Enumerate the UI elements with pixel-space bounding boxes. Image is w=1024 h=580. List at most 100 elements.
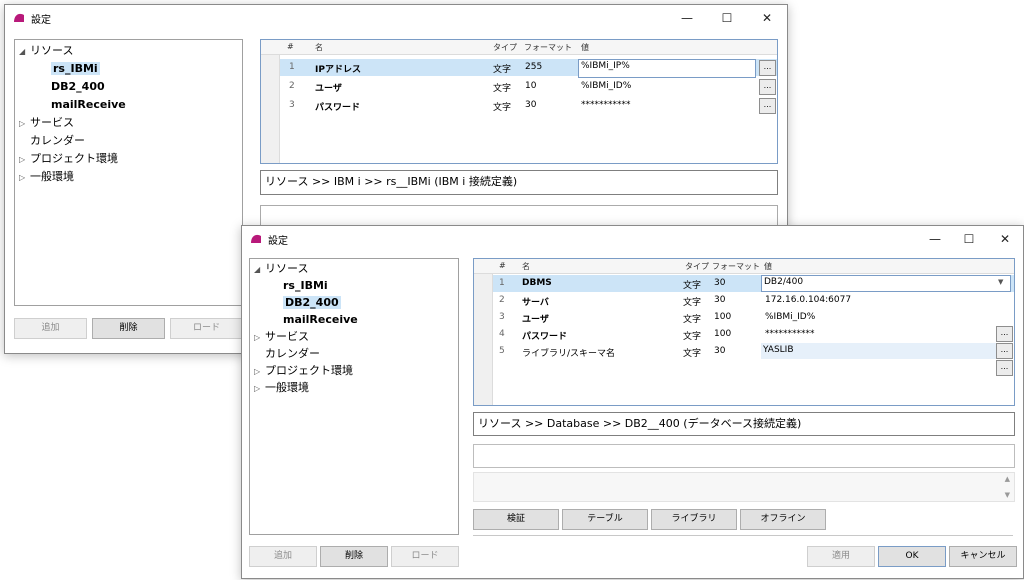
tree-node-label: カレンダー	[30, 134, 85, 147]
table-row[interactable]: 1 IPアドレス 文字 255 %IBMi_IP%	[280, 59, 777, 78]
settings-window-front: 設定 — ☐ ✕ ◢ リソース rs_IBMi DB2_400 mailRecei…	[241, 225, 1024, 579]
minimize-icon[interactable]: —	[667, 5, 707, 31]
ok-button[interactable]: OK	[878, 546, 946, 567]
tree-node-project[interactable]: ▷ プロジェクト環境	[254, 363, 353, 380]
table-row[interactable]: 4 パスワード 文字 100 ***********	[493, 326, 1014, 343]
row-name: ライブラリ/スキーマ名	[522, 349, 616, 359]
row-value-input[interactable]: %IBMi_IP%	[578, 59, 756, 78]
divider	[473, 535, 1013, 536]
row-type: 文字	[683, 281, 702, 291]
tree-node-general[interactable]: ▷ 一般環境	[19, 169, 74, 186]
row-type: 文字	[683, 315, 702, 325]
tree-node-mailreceive[interactable]: mailReceive	[283, 312, 358, 328]
delete-button[interactable]: 削除	[320, 546, 388, 567]
collapsed-arrow-icon: ▷	[254, 333, 261, 342]
collapsed-arrow-icon: ▷	[19, 173, 26, 182]
table-button[interactable]: テーブル	[562, 509, 648, 530]
tree-node-label: プロジェクト環境	[30, 152, 118, 165]
table-row[interactable]: 5 ライブラリ/スキーマ名 文字 30 YASLIB	[493, 343, 1014, 360]
header-name: 名	[315, 43, 323, 52]
collapsed-arrow-icon: ▷	[19, 155, 26, 164]
resource-tree[interactable]: ◢ リソース rs_IBMi DB2_400 mailReceive ▷ サービス …	[14, 39, 243, 306]
ellipsis-button[interactable]: ...	[759, 60, 776, 76]
header-name: 名	[522, 262, 530, 271]
close-icon[interactable]: ✕	[747, 5, 787, 31]
row-header-column	[261, 40, 280, 163]
tree-node-project[interactable]: ▷ プロジェクト環境	[19, 151, 118, 168]
tree-node-calendar[interactable]: カレンダー	[265, 346, 320, 362]
offline-button[interactable]: オフライン	[740, 509, 826, 530]
tree-node-calendar[interactable]: カレンダー	[30, 133, 85, 149]
property-grid[interactable]: # 名 タイプ フォーマット 値 1 DBMS 文字 30 DB2/400 ▼ …	[473, 258, 1015, 406]
row-value[interactable]: ***********	[765, 329, 815, 339]
table-row[interactable]: 3 ユーザ 文字 100 %IBMi_ID%	[493, 309, 1014, 326]
row-type: 文字	[493, 84, 512, 94]
load-button[interactable]: ロード	[391, 546, 459, 567]
ellipsis-button[interactable]: ...	[996, 326, 1013, 342]
tree-node-label: DB2_400	[51, 80, 105, 93]
table-row[interactable]: 2 サーバ 文字 30 172.16.0.104:6077	[493, 292, 1014, 309]
maximize-icon[interactable]: ☐	[949, 226, 989, 252]
tree-node-rs-ibmi[interactable]: rs_IBMi	[51, 61, 100, 77]
description-area[interactable]: ▲ ▼	[473, 472, 1015, 502]
ellipsis-button[interactable]: ...	[759, 79, 776, 95]
resource-tree[interactable]: ◢ リソース rs_IBMi DB2_400 mailReceive ▷ サービス …	[249, 258, 459, 535]
tree-node-db2-400[interactable]: DB2_400	[283, 295, 341, 311]
row-name: サーバ	[522, 298, 549, 308]
delete-button[interactable]: 削除	[92, 318, 165, 339]
row-value[interactable]: YASLIB	[761, 343, 1013, 359]
row-format: 100	[714, 312, 732, 322]
tree-node-label: リソース	[30, 44, 74, 57]
load-button[interactable]: ロード	[170, 318, 243, 339]
row-value[interactable]: %IBMi_ID%	[765, 312, 815, 322]
row-num: 1	[289, 62, 295, 72]
tree-node-general[interactable]: ▷ 一般環境	[254, 380, 309, 397]
grid-header: # 名 タイプ フォーマット 値	[474, 259, 1014, 274]
breadcrumb: リソース >> IBM i >> rs__IBMi (IBM i 接続定義)	[260, 170, 778, 195]
header-type: タイプ	[493, 43, 517, 52]
scroll-up-icon[interactable]: ▲	[1005, 475, 1010, 483]
row-value[interactable]: %IBMi_ID%	[581, 81, 631, 91]
chevron-down-icon[interactable]: ▼	[998, 278, 1003, 286]
library-button[interactable]: ライブラリ	[651, 509, 737, 530]
row-format: 30	[714, 295, 726, 305]
dbms-select[interactable]: DB2/400	[761, 275, 1011, 292]
description-input[interactable]	[473, 444, 1015, 468]
header-num: #	[287, 42, 294, 51]
scroll-down-icon[interactable]: ▼	[1005, 491, 1010, 499]
property-grid[interactable]: # 名 タイプ フォーマット 値 1 IPアドレス 文字 255 %IBMi_I…	[260, 39, 778, 164]
cancel-button[interactable]: キャンセル	[949, 546, 1017, 567]
header-num: #	[499, 261, 506, 270]
tree-node-mailreceive[interactable]: mailReceive	[51, 97, 126, 113]
tree-node-services[interactable]: ▷ サービス	[19, 115, 74, 132]
tree-node-rs-ibmi[interactable]: rs_IBMi	[283, 278, 328, 294]
ellipsis-button[interactable]: ...	[996, 343, 1013, 359]
add-button[interactable]: 追加	[14, 318, 87, 339]
row-value[interactable]: ***********	[581, 100, 631, 110]
tree-node-label: 一般環境	[265, 381, 309, 394]
table-row[interactable]: 1 DBMS 文字 30 DB2/400 ▼	[493, 275, 1014, 292]
row-format: 30	[714, 346, 726, 356]
ellipsis-button[interactable]: ...	[996, 360, 1013, 376]
header-format: フォーマット	[524, 43, 572, 52]
add-button[interactable]: 追加	[249, 546, 317, 567]
close-icon[interactable]: ✕	[985, 226, 1023, 252]
apply-button[interactable]: 適用	[807, 546, 875, 567]
maximize-icon[interactable]: ☐	[707, 5, 747, 31]
row-format: 10	[525, 81, 537, 91]
app-logo-icon	[251, 234, 261, 243]
row-format: 255	[525, 62, 543, 72]
collapsed-arrow-icon: ▷	[19, 119, 26, 128]
header-format: フォーマット	[712, 262, 760, 271]
tree-node-resources[interactable]: ◢ リソース	[19, 43, 73, 60]
tree-node-db2-400[interactable]: DB2_400	[51, 79, 105, 95]
ellipsis-button[interactable]: ...	[759, 98, 776, 114]
tree-node-resources[interactable]: ◢ リソース	[254, 261, 308, 278]
verify-button[interactable]: 検証	[473, 509, 559, 530]
table-row[interactable]: 2 ユーザ 文字 10 %IBMi_ID%	[280, 78, 777, 95]
row-value[interactable]: 172.16.0.104:6077	[765, 295, 851, 305]
collapsed-arrow-icon: ▷	[254, 367, 261, 376]
row-name: IPアドレス	[315, 65, 361, 75]
tree-node-services[interactable]: ▷ サービス	[254, 329, 309, 346]
table-row[interactable]: 3 パスワード 文字 30 ***********	[280, 97, 777, 114]
